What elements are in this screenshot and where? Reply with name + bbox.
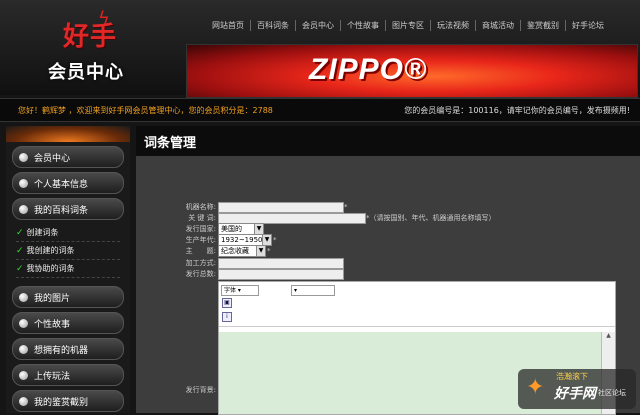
sidebar-sub-my-created[interactable]: ✓ 我创建的词条 [16,242,120,260]
required-mark: * [267,247,271,255]
sidebar-item-label: 上传玩法 [34,371,71,382]
nav-member-center[interactable]: 会员中心 [295,19,340,31]
sidebar-item-upload-play[interactable]: 上传玩法 [12,364,124,386]
sidebar-glow [6,126,130,142]
bullet-icon [19,370,28,380]
keyword-input[interactable] [218,212,366,224]
site-watermark: ✦ 浩瀚滚下 好手网 社区论坛 [518,369,636,409]
required-mark: * [273,236,277,244]
total-label: 发行总数: [185,270,216,278]
bullet-icon [19,344,28,354]
chevron-down-icon: ▼ [256,246,265,256]
sidebar-item-wishlist[interactable]: 想拥有的机器 [12,338,124,360]
check-icon: ✓ [16,263,24,274]
sidebar-sub-create-entry[interactable]: ✓ 创建词条 [16,224,120,242]
sidebar-item-appraisal[interactable]: 我的鉴赏截别 [12,390,124,412]
subject-select[interactable]: 纪念收藏 ▼ [218,245,266,257]
image-icon[interactable]: ▣ [222,298,232,308]
sidebar-sub-label: 我协助的词条 [26,264,75,273]
logo-sub-text: 会员中心 [48,62,124,83]
banner-brand: ZIPPO® [309,53,428,86]
sidebar-item-label: 我的鉴赏截别 [34,397,89,408]
bullet-icon [19,178,28,188]
scroll-up-icon[interactable]: ▲ [602,332,615,342]
watermark-suffix: 社区论坛 [598,389,626,397]
process-label: 加工方式: [185,259,216,267]
font-select-value: 字体 [224,287,237,294]
sidebar-item-my-pictures[interactable]: 我的图片 [12,286,124,308]
nav-videos[interactable]: 玩法视频 [430,19,475,31]
total-input[interactable] [218,268,344,280]
sidebar: 会员中心 个人基本信息 我的百科词条 ✓ 创建词条 ✓ 我创建的词条 ✓ 我协助的词条… [6,126,130,413]
nav-encyclopedia[interactable]: 百科词条 [250,19,295,31]
country-label: 发行国家: [185,225,216,233]
nav-pictures[interactable]: 图片专区 [385,19,430,31]
top-navigation: 网站首页 百科词条 会员中心 个性故事 图片专区 玩法视频 商城活动 鉴赏截别 … [206,14,610,36]
bullet-icon [19,396,28,406]
era-select-value: 1932~1950 [221,236,263,244]
bullet-icon [19,292,28,302]
page-title: 词条管理 [136,126,640,156]
sidebar-sub-my-assisted[interactable]: ✓ 我协助的词条 [16,260,120,278]
nav-forum[interactable]: 好手论坛 [565,19,610,31]
check-icon: ✓ [16,227,24,238]
info-icon[interactable]: i [222,312,232,322]
font-select[interactable]: 字体 ▾ [221,285,259,296]
chevron-down-icon: ▼ [262,235,271,245]
sidebar-item-label: 会员中心 [34,153,71,164]
process-input[interactable] [218,257,344,269]
nav-appraisal[interactable]: 鉴赏截别 [520,19,565,31]
size-select[interactable]: ▾ [291,285,335,296]
star-icon: ✦ [526,375,545,400]
required-mark: * [344,203,348,211]
sidebar-item-label: 想拥有的机器 [34,345,89,356]
sidebar-item-label: 我的百科词条 [34,205,89,216]
info-bar: 您好！鹤辉梦 ，欢迎来到好手网会员管理中心，您的会员积分是：2788 您的会员编… [0,98,640,122]
bullet-icon [19,318,28,328]
sidebar-item-my-entries[interactable]: 我的百科词条 [12,198,124,220]
bullet-icon [19,152,28,162]
sidebar-sub-label: 创建词条 [26,228,59,237]
subject-select-value: 纪念收藏 [221,247,249,255]
bullet-icon [19,204,28,214]
model-input[interactable] [218,201,344,213]
subject-label: 主 题: [185,247,216,255]
nav-shop[interactable]: 商城活动 [475,19,520,31]
sidebar-item-label: 个人基本信息 [34,179,89,190]
sidebar-item-label: 个性故事 [34,319,71,330]
sidebar-item-label: 我的图片 [34,293,71,304]
check-icon: ✓ [16,245,24,256]
watermark-line1: 浩瀚滚下 [556,372,588,381]
keyword-hint: *（请按国别、年代、机器通用名称填写） [366,214,496,222]
header: ϟ 好手 会员中心 网站首页 百科词条 会员中心 个性故事 图片专区 玩法视频 … [0,0,640,98]
editor-toolbar: 字体 ▾ ▾ ▣ i [219,282,615,327]
nav-stories[interactable]: 个性故事 [340,19,385,31]
keyword-label: 关 键 词: [188,214,216,222]
nav-home[interactable]: 网站首页 [206,20,250,31]
member-number-text: 您的会员编号是：100116，请牢记你的会员编号，发布摄频用! [404,105,630,115]
logo-main-text: 好手 [63,22,118,52]
sidebar-item-member-center[interactable]: 会员中心 [12,146,124,168]
watermark-brand: 好手网 [554,386,596,402]
country-select-value: 美国的 [221,225,242,233]
sidebar-item-profile[interactable]: 个人基本信息 [12,172,124,194]
model-label: 机器名称: [185,203,216,211]
welcome-text: 您好！鹤辉梦 ，欢迎来到好手网会员管理中心，您的会员积分是：2788 [18,105,273,115]
sidebar-sub-label: 我创建的词条 [26,246,75,255]
background-label: 发行背景: [185,386,216,394]
sidebar-item-stories[interactable]: 个性故事 [12,312,124,334]
era-label: 生产年代: [185,236,216,244]
zippo-banner[interactable]: ZIPPO® [186,44,638,98]
chevron-down-icon: ▼ [254,224,263,234]
site-logo[interactable]: ϟ 好手 会员中心 [8,6,178,92]
